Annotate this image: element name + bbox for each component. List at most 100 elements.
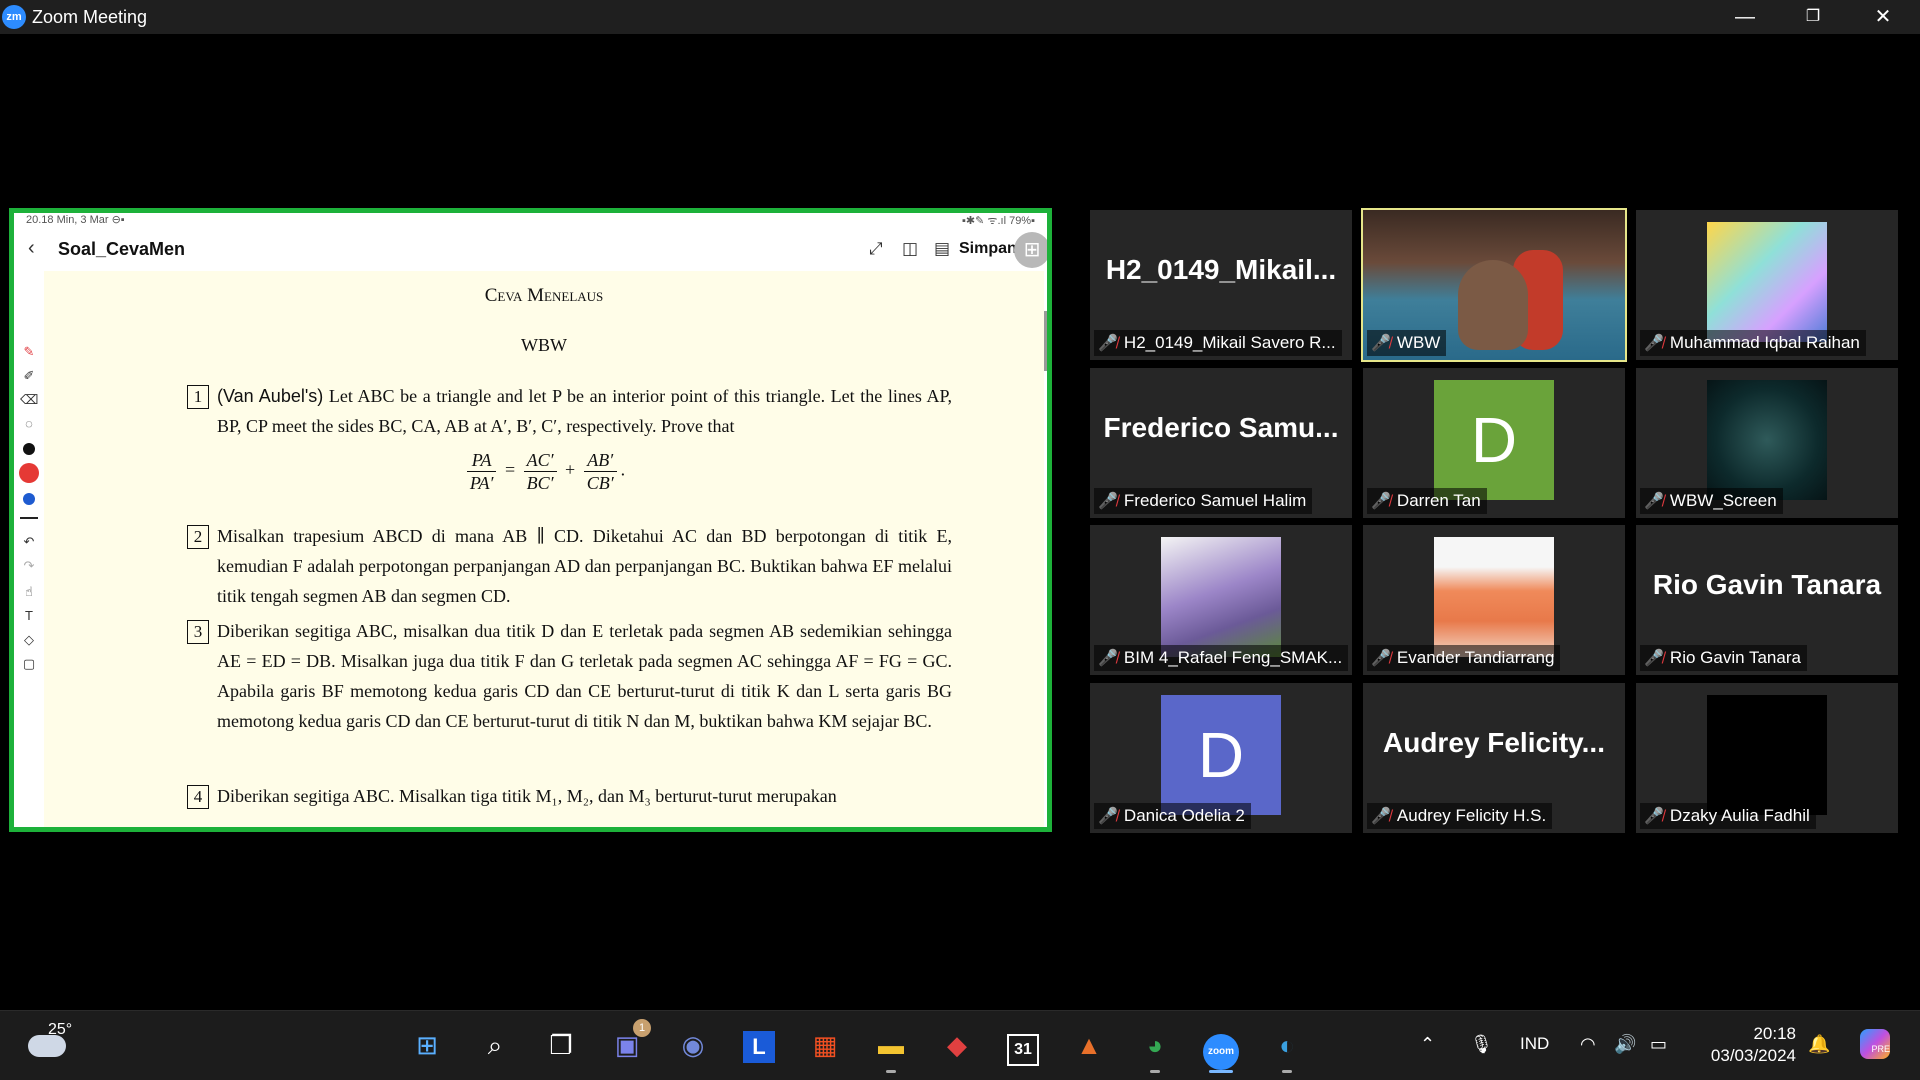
chrome-icon[interactable]: ◕ (1133, 1023, 1177, 1073)
calendar-icon[interactable]: 31 (1001, 1023, 1045, 1067)
participant-display-name: H2_0149_Mikail... (1105, 254, 1337, 285)
muted-mic-icon: 🎤̸ (1098, 808, 1118, 825)
start-button-windows-icon[interactable]: ⊞ (405, 1023, 449, 1067)
language-indicator[interactable]: IND (1520, 1034, 1549, 1054)
copilot-badge: PRE (1860, 1029, 1890, 1059)
color-blue-swatch[interactable] (23, 493, 35, 505)
save-button[interactable]: Simpan (959, 240, 1017, 258)
participant-name-label: 🎤̸ Muhammad Iqbal Raihan (1640, 330, 1866, 356)
color-black-swatch[interactable] (23, 443, 35, 455)
grid-view-icon[interactable]: ⊞ (1014, 232, 1047, 268)
file-explorer-icon[interactable]: ▬ (869, 1023, 913, 1073)
formula: PA PA′ = AC′ BC′ + AB′ CB′. (44, 449, 1044, 494)
scrollbar-thumb[interactable] (1044, 311, 1047, 371)
participant-name: Danica Odelia 2 (1123, 806, 1245, 825)
shared-screen[interactable]: 20.18 Min, 3 Mar ⊖▪ ▪✱✎ ᯤ.ıl 79%▪ ‹ Soal… (9, 208, 1052, 832)
video-person (1458, 260, 1528, 350)
participant-tile[interactable]: 🎤̸ Muhammad Iqbal Raihan (1636, 210, 1898, 360)
doc-app-bar: ‹ Soal_CevaMen ⤢ ◫ ▤ Simpan ⊞ (14, 227, 1047, 271)
restore-button[interactable]: ❐ (1778, 0, 1848, 34)
device-status-left: 20.18 Min, 3 Mar ⊖▪ (26, 214, 125, 226)
close-button[interactable]: ✕ (1848, 0, 1918, 34)
participant-tile[interactable]: 🎤̸ Evander Tandiarrang (1363, 525, 1625, 675)
notification-icon[interactable]: 🔔 (1808, 1034, 1830, 1055)
problem-text: Diberikan segitiga ABC. Misalkan tiga ti… (217, 786, 837, 806)
formula-term: AC′ (523, 449, 557, 472)
participant-name: WBW_Screen (1669, 491, 1777, 510)
formula-operator: . (620, 459, 626, 480)
minimize-button[interactable]: — (1710, 0, 1780, 34)
muted-mic-icon: 🎤̸ (1098, 650, 1118, 667)
participant-profile-image (1707, 380, 1827, 500)
eraser-icon[interactable]: ⌫ (20, 391, 38, 409)
chevron-up-icon[interactable]: ⌃ (1420, 1034, 1435, 1055)
task-view-icon[interactable]: ❐ (539, 1023, 583, 1067)
pen-icon[interactable]: ✎ (20, 343, 38, 361)
wifi-icon[interactable]: ◠ (1580, 1034, 1596, 1055)
problem-number: 3 (187, 620, 209, 644)
participant-name-label: 🎤̸ Dzaky Aulia Fadhil (1640, 803, 1816, 829)
participant-tile[interactable]: Rio Gavin Tanara 🎤̸ Rio Gavin Tanara (1636, 525, 1898, 675)
system-clock[interactable]: 20:18 03/03/2024 (1700, 1023, 1796, 1067)
game-app-icon[interactable]: ◆ (935, 1023, 979, 1067)
launcher-letter: L (743, 1031, 775, 1063)
windows-taskbar: 25° ⊞ ⌕ ❐ ▣ 1 ◉ L ▦ ▬ ◆ 31 ▲ ◕ zoom ◐ ⌃ 🎙… (0, 1010, 1920, 1080)
stroke-width-line[interactable] (20, 517, 38, 519)
participant-display-name: Frederico Samu... (1103, 412, 1339, 443)
edge-icon[interactable]: ◐ (1265, 1023, 1309, 1073)
copilot-icon[interactable]: PRE (1860, 1029, 1890, 1059)
touch-icon[interactable]: ☝ (20, 583, 38, 601)
search-icon[interactable]: ⌕ (473, 1023, 517, 1067)
participant-avatar: D (1161, 695, 1281, 815)
zoom-app-icon[interactable]: zoom (1199, 1023, 1243, 1073)
battery-icon[interactable]: ▭ (1650, 1034, 1667, 1055)
running-indicator (886, 1070, 896, 1073)
participant-tile[interactable]: 🎤̸ WBW_Screen (1636, 368, 1898, 518)
problem-number: 1 (187, 385, 209, 409)
participant-tile[interactable]: Frederico Samu... 🎤̸ Frederico Samuel Hal… (1090, 368, 1352, 518)
page-icon[interactable]: ▢ (20, 655, 38, 673)
participant-name: Rio Gavin Tanara (1669, 648, 1801, 667)
participant-avatar: D (1434, 380, 1554, 500)
formula-term: PA′ (469, 473, 494, 493)
undo-icon[interactable]: ↶ (20, 533, 38, 551)
redo-icon[interactable]: ↷ (20, 557, 38, 575)
matlab-icon[interactable]: ▲ (1067, 1023, 1111, 1067)
shapes-icon[interactable]: ◇ (20, 631, 38, 649)
volume-icon[interactable]: 🔊 (1614, 1034, 1636, 1055)
launcher-app-icon[interactable]: L (737, 1023, 781, 1067)
highlighter-icon[interactable]: ✐ (20, 367, 38, 385)
zoom-label: zoom (1203, 1034, 1239, 1070)
participant-tile[interactable]: Audrey Felicity... 🎤̸ Audrey Felicity H.S… (1363, 683, 1625, 833)
participant-tile[interactable]: D 🎤̸ Danica Odelia 2 (1090, 683, 1352, 833)
microsoft-store-icon[interactable]: ▦ (803, 1023, 847, 1067)
problem-text: Let ABC be a triangle and let P be an in… (217, 386, 952, 436)
participant-tile[interactable]: 🎤̸ Dzaky Aulia Fadhil (1636, 683, 1898, 833)
participant-display-name: Rio Gavin Tanara (1652, 569, 1882, 600)
lasso-icon[interactable]: ◌ (20, 415, 38, 433)
expand-icon[interactable]: ⤢ (869, 239, 883, 259)
pdf-page: Ceva Menelaus WBW 1 (Van Aubel's) Let AB… (44, 271, 1044, 827)
participant-name-label: 🎤̸ Danica Odelia 2 (1094, 803, 1251, 829)
text-tool-icon[interactable]: T (20, 607, 38, 625)
muted-mic-icon: 🎤̸ (1371, 335, 1391, 352)
teams-icon[interactable]: ▣ 1 (605, 1019, 651, 1067)
participant-tile-active-speaker[interactable]: 🎤̸ WBW (1361, 208, 1627, 362)
discord-icon[interactable]: ◉ (671, 1023, 715, 1067)
scrollbar[interactable] (1044, 271, 1047, 827)
back-arrow-icon[interactable]: ‹ (28, 237, 35, 260)
participant-name-label: 🎤̸ WBW (1367, 330, 1447, 356)
microphone-icon[interactable]: 🎙 (1470, 1034, 1493, 1055)
problem-lead: (Van Aubel's) (217, 386, 324, 406)
participant-tile[interactable]: D 🎤̸ Darren Tan (1363, 368, 1625, 518)
notes-icon[interactable]: ▤ (934, 239, 950, 259)
participant-tile[interactable]: 🎤̸ BIM 4_Rafael Feng_SMAK... (1090, 525, 1352, 675)
participant-tile[interactable]: H2_0149_Mikail... 🎤̸ H2_0149_Mikail Saver… (1090, 210, 1352, 360)
problem-4: 4 Diberikan segitiga ABC. Misalkan tiga … (187, 781, 952, 811)
participant-name: Darren Tan (1396, 491, 1481, 510)
muted-mic-icon: 🎤̸ (1644, 808, 1664, 825)
book-view-icon[interactable]: ◫ (902, 239, 918, 259)
color-red-swatch[interactable] (19, 463, 39, 483)
muted-mic-icon: 🎤̸ (1371, 808, 1391, 825)
running-indicator (1209, 1070, 1233, 1073)
